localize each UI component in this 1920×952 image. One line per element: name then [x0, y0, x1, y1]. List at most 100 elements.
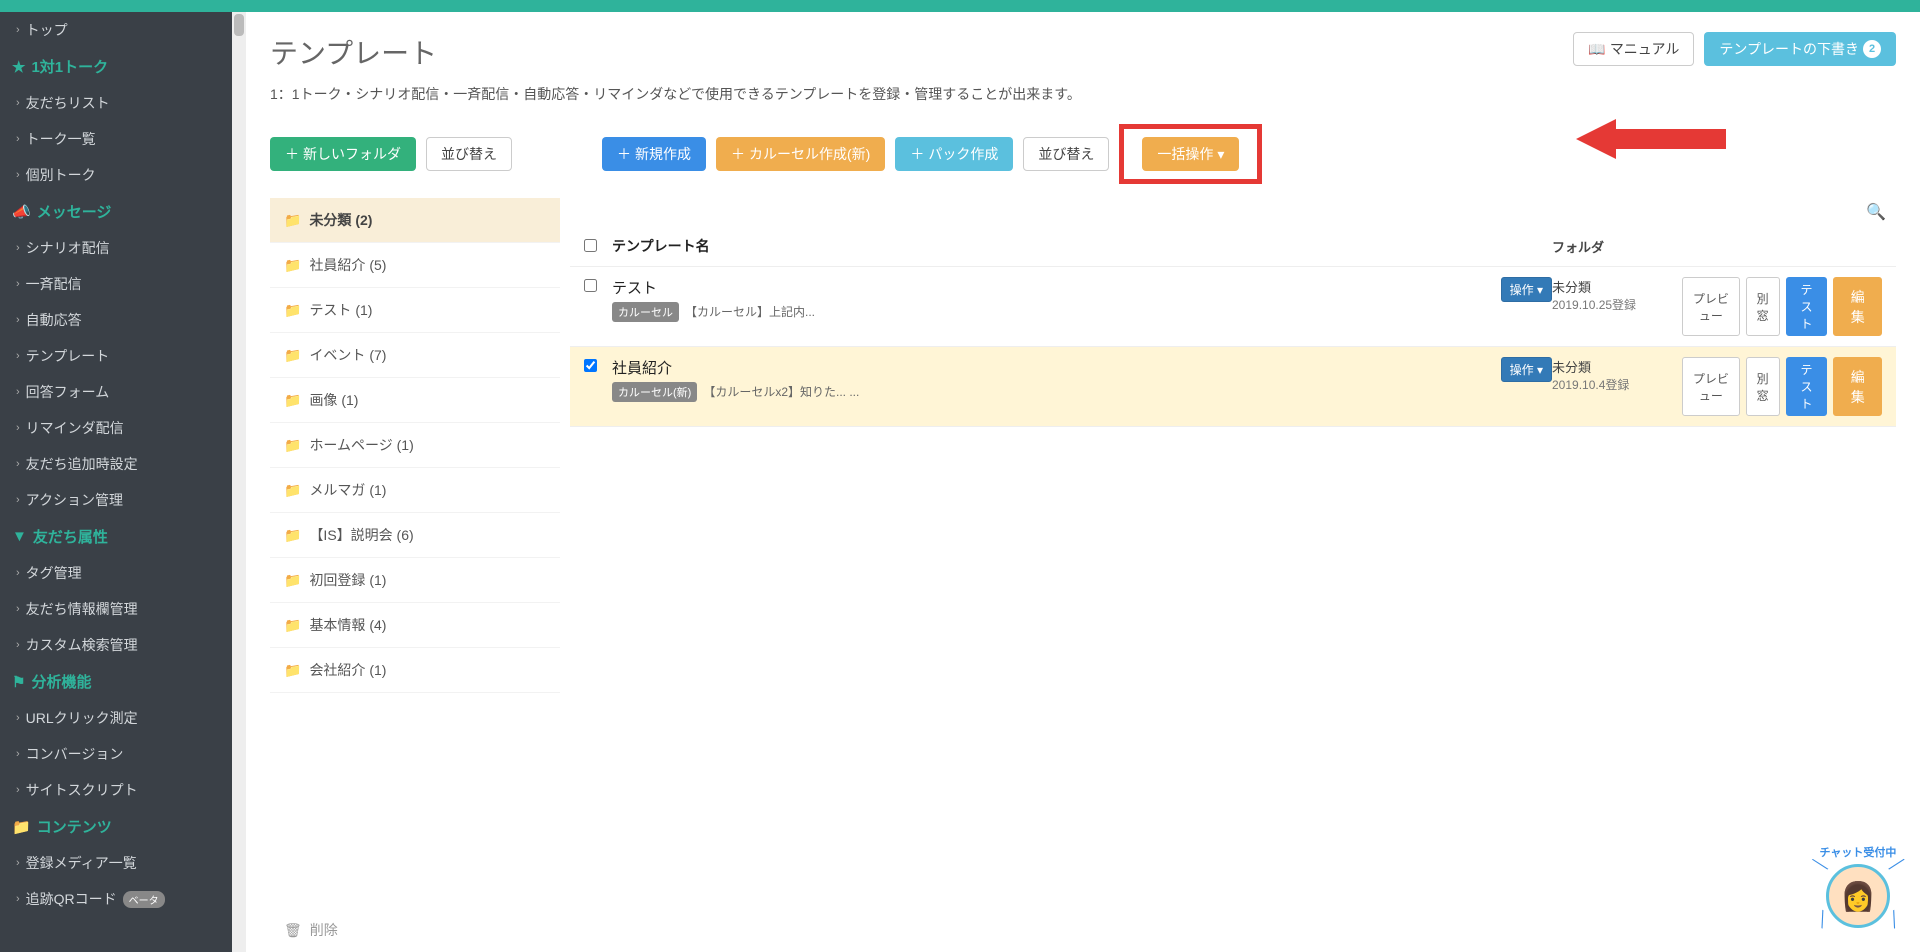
folder-item[interactable]: 📁未分類 (2)	[270, 198, 560, 243]
nav-template[interactable]: ›テンプレート	[0, 338, 232, 374]
new-window-button[interactable]: 別窓	[1746, 357, 1780, 416]
chevron-right-icon: ›	[16, 97, 20, 109]
trash-icon: 🗑	[284, 922, 302, 939]
flag-icon: ⚑	[12, 673, 25, 691]
search-icon[interactable]: 🔍	[570, 198, 1896, 226]
template-title: テスト	[612, 277, 1472, 298]
nav-section-contents[interactable]: 📁コンテンツ	[0, 808, 232, 845]
header-template-name: テンプレート名	[612, 236, 1552, 256]
folder-label: 初回登録 (1)	[309, 570, 386, 590]
folder-icon: 📁	[284, 212, 301, 229]
folder-icon: 📁	[284, 527, 301, 544]
template-row: 社員紹介カルーセル(新)【カルーセルx2】知りた... ...操作 ▾未分類20…	[570, 347, 1896, 427]
folder-label: 社員紹介 (5)	[309, 255, 386, 275]
select-all-checkbox[interactable]	[584, 239, 597, 252]
folder-label: 【IS】説明会 (6)	[309, 525, 413, 545]
nav-scenario[interactable]: ›シナリオ配信	[0, 230, 232, 266]
nav-section-message[interactable]: 📣メッセージ	[0, 193, 232, 230]
plus-icon: ＋	[731, 144, 745, 164]
nav-media-list[interactable]: ›登録メディア一覧	[0, 845, 232, 881]
folder-icon: 📁	[284, 392, 301, 409]
plus-icon: ＋	[910, 144, 924, 164]
nav-tag-manage[interactable]: ›タグ管理	[0, 555, 232, 591]
edit-button[interactable]: 編集	[1833, 357, 1882, 416]
folder-item[interactable]: 📁テスト (1)	[270, 288, 560, 333]
nav-action-manage[interactable]: ›アクション管理	[0, 482, 232, 518]
test-button[interactable]: テスト	[1786, 277, 1828, 336]
bulk-action-button[interactable]: 一括操作 ▾	[1142, 137, 1239, 171]
nav-section-attribute[interactable]: ▼友だち属性	[0, 518, 232, 555]
folder-item[interactable]: 📁基本情報 (4)	[270, 603, 560, 648]
nav-reminder[interactable]: ›リマインダ配信	[0, 410, 232, 446]
folder-panel: 📁未分類 (2)📁社員紹介 (5)📁テスト (1)📁イベント (7)📁画像 (1…	[270, 198, 560, 952]
chevron-right-icon: ›	[16, 494, 20, 506]
row-operate-button[interactable]: 操作 ▾	[1501, 357, 1552, 382]
chevron-right-icon: ›	[16, 603, 20, 615]
folder-item[interactable]: 📁初回登録 (1)	[270, 558, 560, 603]
caret-down-icon: ▾	[1217, 146, 1224, 163]
nav-answer-form[interactable]: ›回答フォーム	[0, 374, 232, 410]
new-window-button[interactable]: 別窓	[1746, 277, 1780, 336]
nav-site-script[interactable]: ›サイトスクリプト	[0, 772, 232, 808]
chat-widget[interactable]: チャット受付中 ╲╱ 👩 ╲╱	[1816, 848, 1900, 932]
nav-custom-search[interactable]: ›カスタム検索管理	[0, 627, 232, 663]
chat-label: チャット受付中	[1816, 844, 1900, 860]
nav-section-analytics[interactable]: ⚑分析機能	[0, 663, 232, 700]
chevron-right-icon: ›	[16, 422, 20, 434]
chevron-right-icon: ›	[16, 169, 20, 181]
nav-talk-list[interactable]: ›トーク一覧	[0, 121, 232, 157]
chevron-right-icon: ›	[16, 314, 20, 326]
folder-item[interactable]: 📁イベント (7)	[270, 333, 560, 378]
folder-item[interactable]: 📁社員紹介 (5)	[270, 243, 560, 288]
nav-friend-list[interactable]: ›友だちリスト	[0, 85, 232, 121]
row-checkbox[interactable]	[584, 359, 597, 372]
page-title: テンプレート	[270, 32, 437, 72]
manual-button[interactable]: 📖マニュアル	[1573, 32, 1694, 66]
carousel-create-button[interactable]: ＋カルーセル作成(新)	[716, 137, 885, 171]
nav-broadcast[interactable]: ›一斉配信	[0, 266, 232, 302]
draft-count-badge: 2	[1863, 40, 1881, 58]
pack-create-button[interactable]: ＋パック作成	[895, 137, 1013, 171]
nav-conversion[interactable]: ›コンバージョン	[0, 736, 232, 772]
folder-item[interactable]: 📁画像 (1)	[270, 378, 560, 423]
nav-section-1on1[interactable]: ★1対1トーク	[0, 48, 232, 85]
nav-url-click[interactable]: ›URLクリック測定	[0, 700, 232, 736]
chevron-right-icon: ›	[16, 857, 20, 869]
sort-folder-button[interactable]: 並び替え	[426, 137, 512, 171]
folder-item[interactable]: 📁会社紹介 (1)	[270, 648, 560, 693]
sidebar: ›トップ ★1対1トーク ›友だちリスト ›トーク一覧 ›個別トーク 📣メッセー…	[0, 12, 232, 952]
row-operate-button[interactable]: 操作 ▾	[1501, 277, 1552, 302]
chevron-right-icon: ›	[16, 350, 20, 362]
chevron-right-icon: ›	[16, 133, 20, 145]
row-folder: 未分類	[1552, 277, 1682, 296]
template-table-header: テンプレート名 フォルダ	[570, 226, 1896, 267]
chevron-right-icon: ›	[16, 567, 20, 579]
new-create-button[interactable]: ＋新規作成	[602, 137, 706, 171]
preview-button[interactable]: プレビュー	[1682, 277, 1740, 336]
nav-auto-reply[interactable]: ›自動応答	[0, 302, 232, 338]
sort-template-button[interactable]: 並び替え	[1023, 137, 1109, 171]
folder-label: 会社紹介 (1)	[309, 660, 386, 680]
chevron-right-icon: ›	[16, 278, 20, 290]
sidebar-scrollbar[interactable]	[232, 12, 246, 952]
edit-button[interactable]: 編集	[1833, 277, 1882, 336]
nav-top[interactable]: ›トップ	[0, 12, 232, 48]
folder-icon: 📁	[284, 617, 301, 634]
folder-delete-button[interactable]: 🗑削除	[270, 908, 560, 952]
folder-item[interactable]: 📁 【IS】説明会 (6)	[270, 513, 560, 558]
draft-button[interactable]: テンプレートの下書き 2	[1704, 32, 1896, 66]
test-button[interactable]: テスト	[1786, 357, 1828, 416]
chevron-right-icon: ›	[16, 893, 20, 905]
nav-individual-talk[interactable]: ›個別トーク	[0, 157, 232, 193]
nav-friend-info[interactable]: ›友だち情報欄管理	[0, 591, 232, 627]
arrow-left-icon	[1576, 114, 1726, 164]
folder-label: テスト (1)	[309, 300, 372, 320]
folder-item[interactable]: 📁メルマガ (1)	[270, 468, 560, 513]
row-checkbox[interactable]	[584, 279, 597, 292]
preview-button[interactable]: プレビュー	[1682, 357, 1740, 416]
new-folder-button[interactable]: ＋新しいフォルダ	[270, 137, 416, 171]
nav-qr-tracking[interactable]: ›追跡QRコード ベータ	[0, 881, 232, 917]
folder-item[interactable]: 📁ホームページ (1)	[270, 423, 560, 468]
template-row: テストカルーセル【カルーセル】上記内...操作 ▾未分類2019.10.25登録…	[570, 267, 1896, 347]
nav-friend-add-setting[interactable]: ›友だち追加時設定	[0, 446, 232, 482]
